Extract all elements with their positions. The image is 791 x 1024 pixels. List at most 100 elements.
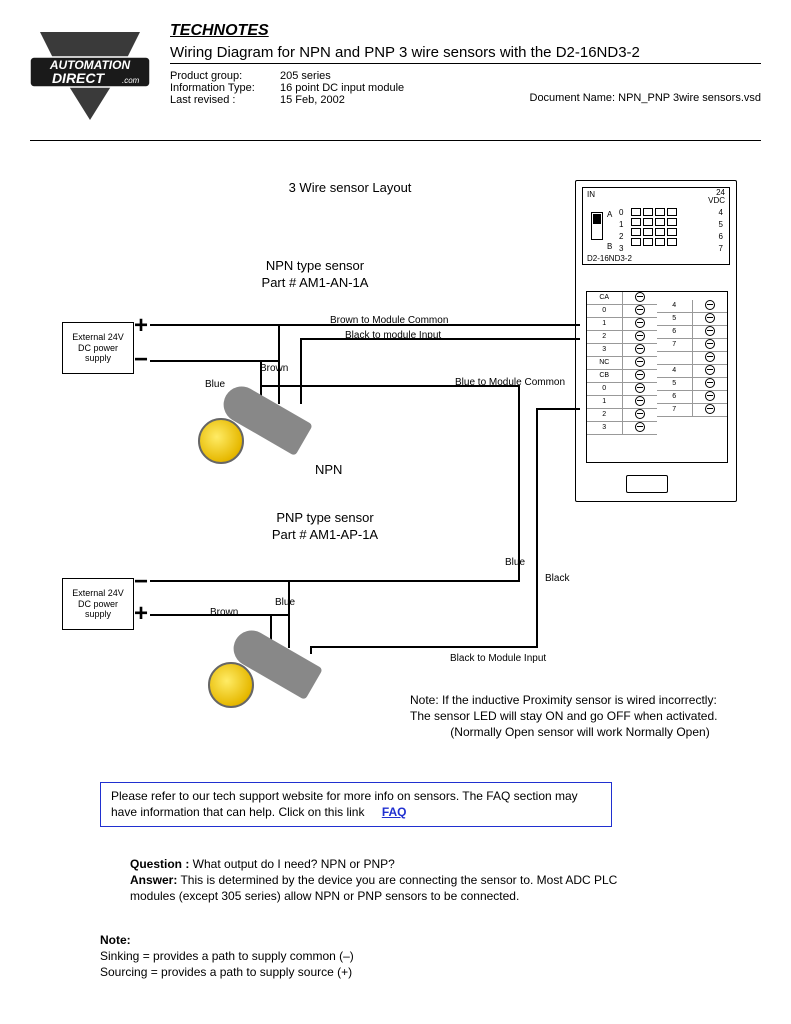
meta-label: Product group: [170, 70, 280, 82]
npn-blue-label: Blue [205, 378, 225, 391]
terminal-column-a: CA 0 1 2 3 NC CB 0 1 2 3 [587, 292, 657, 435]
screw-icon [635, 370, 645, 380]
terminal-label: 4 [657, 365, 693, 377]
screw-icon [635, 331, 645, 341]
minus-icon: − [134, 568, 148, 596]
header-bottom-divider [30, 140, 761, 141]
pnp-blue-v-label: Blue [505, 556, 525, 569]
screw-icon [705, 326, 715, 336]
terminal-label: 5 [657, 313, 693, 325]
screw-icon [705, 300, 715, 310]
npn-power-supply: External 24V DC power supply [62, 322, 134, 374]
screw-icon [635, 292, 645, 302]
answer-label: Answer: [130, 873, 177, 887]
meta-label: Last revised : [170, 94, 280, 106]
terminal-label: 6 [657, 391, 693, 403]
terminal-label: CB [587, 370, 623, 382]
pnp-blue-h-label: Blue [275, 596, 295, 609]
terminal-label: 2 [587, 331, 623, 343]
npn-label: NPN [315, 462, 342, 479]
note-line: Sourcing = provides a path to supply sou… [100, 965, 352, 979]
led-grid [631, 208, 677, 246]
module-a-label: A [607, 210, 612, 219]
pnp-title: PNP type sensor Part # AM1-AP-1A [240, 510, 410, 544]
pnp-sensor-face [208, 662, 254, 708]
pnp-blue-wire [150, 580, 520, 582]
module-part-number: D2-16ND3-2 [587, 254, 632, 263]
faq-link[interactable]: FAQ [382, 805, 407, 819]
sinking-sourcing-note: Note: Sinking = provides a path to suppl… [100, 932, 620, 981]
led-num: 5 [719, 220, 723, 229]
technotes-heading: TECHNOTES [170, 22, 761, 40]
npn-black-to-input-label: Black to module Input [345, 329, 441, 342]
faq-info-box: Please refer to our tech support website… [100, 782, 612, 827]
meta-value: 15 Feb, 2002 [280, 94, 460, 106]
question-answer: Question : What output do I need? NPN or… [130, 856, 650, 905]
led-num: 3 [619, 244, 623, 253]
terminal-label: 2 [587, 409, 623, 421]
question-label: Question : [130, 857, 189, 871]
document-title: Wiring Diagram for NPN and PNP 3 wire se… [170, 44, 761, 61]
led-num: 4 [719, 208, 723, 217]
terminal-label: NC [587, 357, 623, 369]
terminal-column-b: 4 5 6 7 4 5 6 7 [657, 300, 727, 417]
page: AUTOMATION DIRECT .com TECHNOTES Wiring … [0, 0, 791, 1024]
led-num: 6 [719, 232, 723, 241]
npn-brown-to-common-label: Brown to Module Common [330, 314, 448, 327]
automation-direct-logo: AUTOMATION DIRECT .com [30, 22, 150, 122]
answer-text: This is determined by the device you are… [130, 873, 617, 903]
module-led-panel: IN 24 VDC A B 0 1 2 3 4 5 6 7 [582, 187, 730, 265]
screw-icon [705, 391, 715, 401]
screw-icon [635, 318, 645, 328]
screw-icon [635, 422, 645, 432]
led-num: 7 [719, 244, 723, 253]
terminal-label: 1 [587, 396, 623, 408]
screw-icon [635, 383, 645, 393]
screw-icon [705, 365, 715, 375]
svg-text:.com: .com [122, 76, 140, 85]
note-line: Sinking = provides a path to supply comm… [100, 949, 354, 963]
npn-sensor-face [198, 418, 244, 464]
terminal-block: CA 0 1 2 3 NC CB 0 1 2 3 4 5 6 7 4 5 6 [586, 291, 728, 463]
pnp-blue-wire-v [518, 395, 520, 581]
led-num: 1 [619, 220, 623, 229]
terminal-label: CA [587, 292, 623, 304]
plus-icon: + [134, 600, 148, 628]
screw-icon [635, 357, 645, 367]
screw-icon [705, 378, 715, 388]
layout-title: 3 Wire sensor Layout [250, 180, 450, 197]
document-name: Document Name: NPN_PNP 3wire sensors.vsd [530, 92, 762, 104]
led-num: 2 [619, 232, 623, 241]
question-text: What output do I need? NPN or PNP? [189, 857, 394, 871]
screw-icon [635, 409, 645, 419]
svg-text:DIRECT: DIRECT [52, 70, 106, 86]
faq-info-text: Please refer to our tech support website… [111, 789, 578, 819]
screw-icon [705, 352, 715, 362]
terminal-label: 3 [587, 344, 623, 356]
module-b-label: B [607, 242, 612, 251]
pnp-blue-wire-sensor [288, 580, 290, 648]
pnp-power-supply: External 24V DC power supply [62, 578, 134, 630]
pnp-brown-label: Brown [210, 606, 238, 619]
npn-title: NPN type sensor Part # AM1-AN-1A [230, 258, 400, 292]
minus-icon: − [134, 346, 148, 374]
module-vdc-label: 24 VDC [708, 189, 725, 205]
screw-icon [705, 404, 715, 414]
pnp-black-wire [310, 646, 538, 648]
screw-icon [705, 313, 715, 323]
terminal-label: 7 [657, 339, 693, 351]
divider [170, 63, 761, 64]
npn-blue-to-common-label: Blue to Module Common [455, 376, 565, 389]
screw-icon [635, 344, 645, 354]
screw-icon [635, 305, 645, 315]
terminal-label: 3 [587, 422, 623, 434]
wiring-note: Note: If the inductive Proximity sensor … [410, 692, 750, 741]
terminal-label: 1 [587, 318, 623, 330]
screw-icon [705, 339, 715, 349]
meta-row: Product group: 205 series [170, 70, 761, 82]
terminal-label: 6 [657, 326, 693, 338]
plc-module: IN 24 VDC A B 0 1 2 3 4 5 6 7 [575, 180, 737, 502]
led-num: 0 [619, 208, 623, 217]
note-heading: Note: [100, 933, 131, 947]
plus-icon: + [134, 312, 148, 340]
